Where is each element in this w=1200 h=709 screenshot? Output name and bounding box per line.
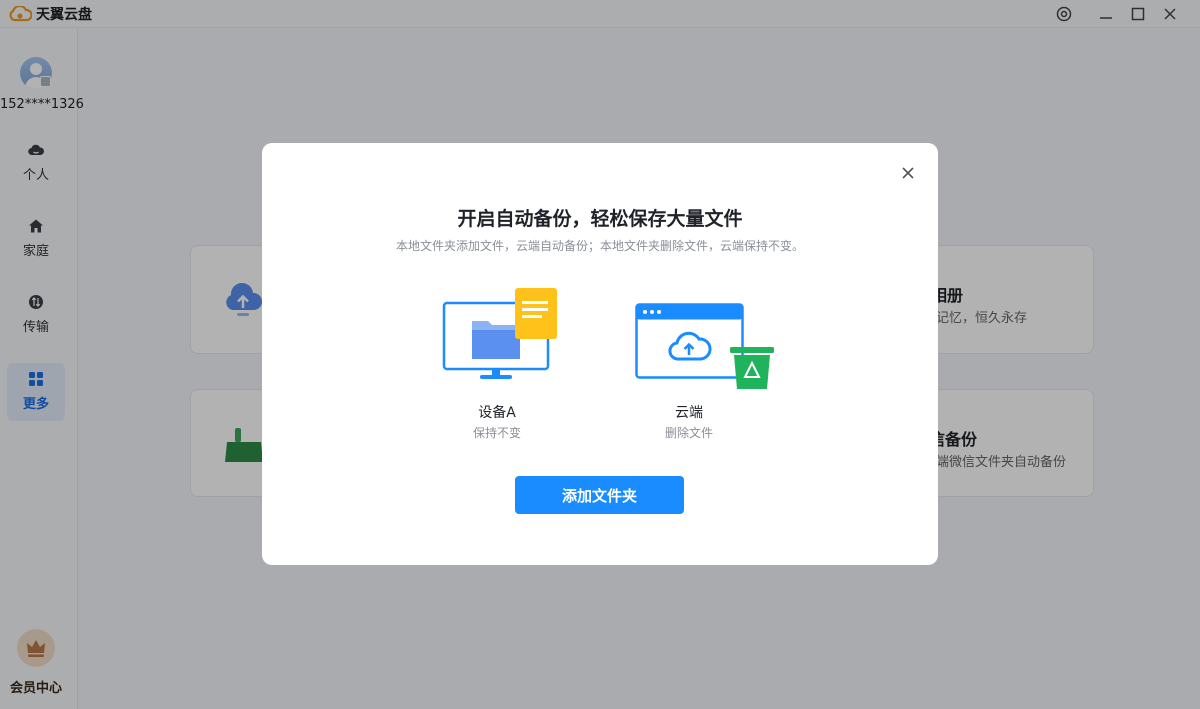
device-label: 设备A (478, 405, 516, 421)
monitor-folder-illustration (442, 288, 557, 379)
device-sublabel: 保持不变 (472, 426, 521, 440)
add-folder-button[interactable]: 添加文件夹 (515, 476, 684, 514)
dialog-close-button[interactable] (898, 163, 918, 183)
dialog-subtitle: 本地文件夹添加文件，云端自动备份；本地文件夹删除文件，云端保持不变。 (395, 239, 804, 253)
cloud-label: 云端 (675, 405, 703, 421)
cloud-window-illustration (635, 303, 774, 389)
dialog-title: 开启自动备份，轻松保存大量文件 (457, 208, 743, 230)
auto-backup-dialog: 开启自动备份，轻松保存大量文件 本地文件夹添加文件，云端自动备份；本地文件夹删除… (262, 143, 938, 565)
cloud-sublabel: 删除文件 (664, 426, 713, 440)
close-icon (902, 167, 914, 179)
